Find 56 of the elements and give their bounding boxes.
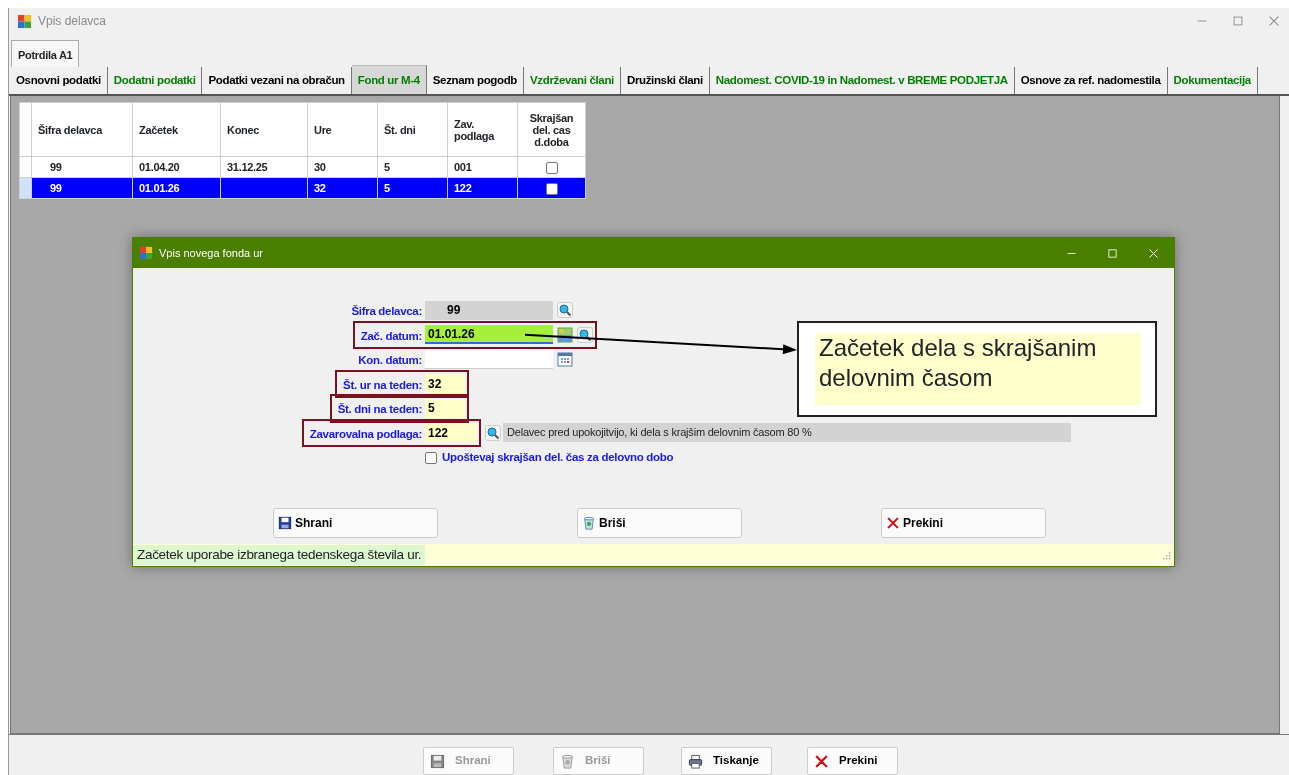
- window-title: Vpis delavca: [38, 13, 107, 30]
- table-cell: 5: [377, 156, 448, 178]
- column-header: Zav. podlaga: [447, 102, 518, 157]
- dialog-button[interactable]: Briši: [577, 508, 742, 538]
- dialog-button[interactable]: Prekini: [881, 508, 1046, 538]
- table-cell: 01.04.20: [132, 156, 221, 178]
- status-text: Začetek uporabe izbranega tedenskega števila ur.: [133, 544, 426, 566]
- input-field[interactable]: 5: [425, 398, 465, 418]
- table-cell: 99: [31, 156, 133, 178]
- input-field[interactable]: 01.01.26: [425, 325, 553, 345]
- app-icon: [139, 246, 153, 260]
- calendar-icon[interactable]: [557, 351, 573, 368]
- column-header: Št. dni: [377, 102, 448, 157]
- tab[interactable]: Potrdila A1: [11, 40, 80, 70]
- input-field[interactable]: 122: [425, 423, 477, 443]
- table-cell: 001: [447, 156, 518, 178]
- field-label: Št. dni na teden:: [337, 403, 422, 416]
- column-header: Šifra delavca: [31, 102, 133, 157]
- dialog-button[interactable]: Shrani: [273, 508, 438, 538]
- toolbar-button[interactable]: Tiskanje: [681, 747, 772, 775]
- column-header: Konec: [220, 102, 308, 157]
- column-header: Ure: [307, 102, 378, 157]
- checkbox[interactable]: [545, 182, 558, 195]
- field-label: Kon. datum:: [358, 354, 422, 367]
- input-field[interactable]: [425, 349, 553, 369]
- column-header: Začetek: [132, 102, 221, 157]
- close-icon: [886, 516, 900, 530]
- recycle-bin-icon: [582, 516, 596, 530]
- checkbox[interactable]: [425, 451, 437, 464]
- toolbar-button[interactable]: Prekini: [807, 747, 898, 775]
- callout-text: Začetek dela s skrajšanim delovnim časom: [815, 333, 1141, 405]
- field-label: Št. ur na teden:: [343, 378, 422, 391]
- tab[interactable]: Osnovni podatki: [10, 67, 108, 94]
- description-field: Delavec pred upokojitvijo, ki dela s krajšim delovnim časom 80 %: [503, 423, 1071, 443]
- dialog-title: Vpis novega fonda ur: [159, 245, 263, 261]
- table-cell: 31.12.25: [220, 156, 308, 178]
- recycle-bin-icon: [560, 753, 575, 769]
- app-icon: [17, 13, 32, 29]
- table-cell: 30: [307, 156, 378, 178]
- save-icon: [278, 516, 292, 530]
- save-icon: [430, 753, 445, 769]
- printer-icon: [688, 753, 703, 769]
- input-field[interactable]: 32: [425, 374, 465, 394]
- close-icon[interactable]: [1267, 14, 1281, 28]
- maximize-icon[interactable]: [1106, 246, 1119, 260]
- checkbox[interactable]: [545, 161, 558, 174]
- field-label: Zač. datum:: [360, 329, 422, 342]
- column-header: Skrajšan del. cas d.doba: [517, 102, 586, 157]
- resize-grip-icon[interactable]: [1160, 549, 1172, 561]
- close-icon[interactable]: [1147, 246, 1160, 260]
- field-label: Šifra delavca:: [351, 305, 422, 318]
- input-field[interactable]: 99: [425, 300, 553, 320]
- field-label: Zavarovalna podlaga:: [309, 427, 422, 440]
- tab[interactable]: Fond ur M-4: [351, 65, 427, 94]
- checkbox-label[interactable]: Upoštevaj skrajšan del. čas za delovno dobo: [442, 449, 674, 467]
- close-icon: [814, 753, 829, 769]
